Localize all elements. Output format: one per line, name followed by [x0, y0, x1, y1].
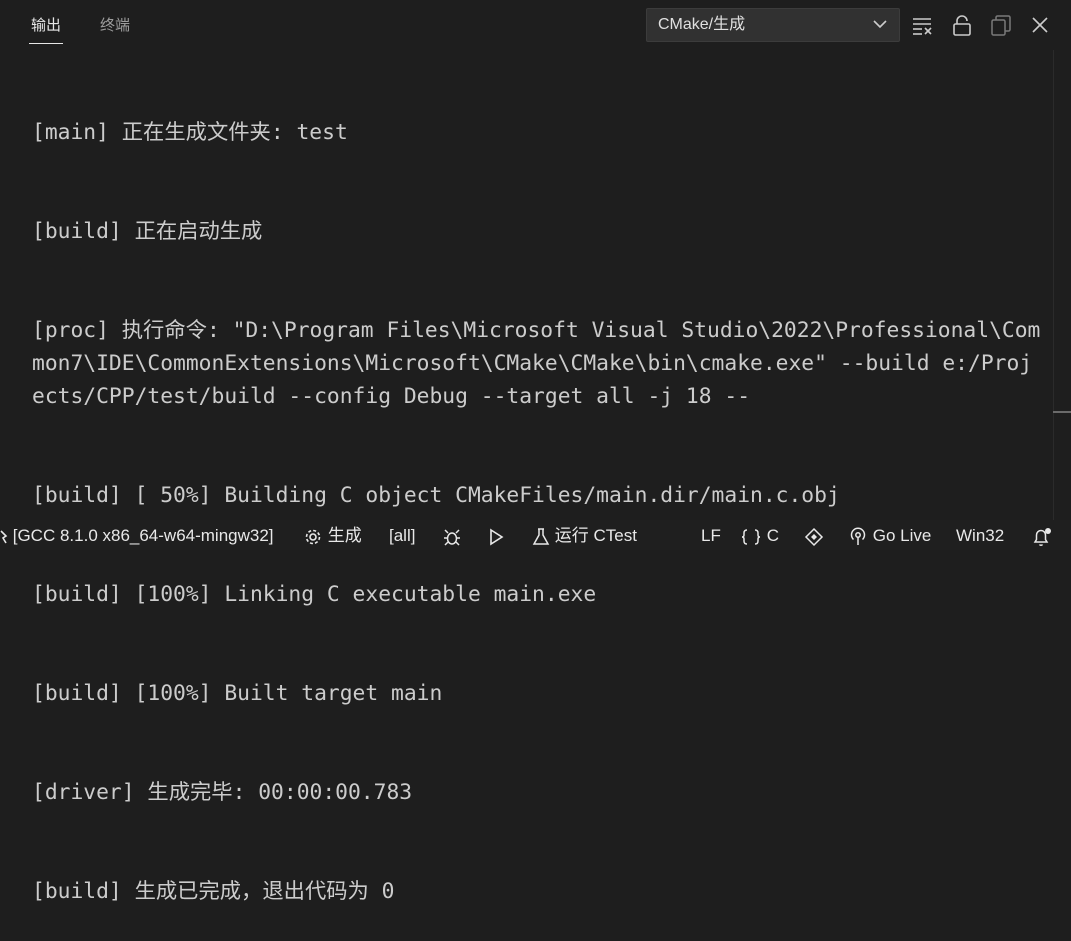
output-line: [driver] 生成完毕: 00:00:00.783	[32, 780, 413, 805]
output-line: [main] 正在生成文件夹: test	[32, 120, 348, 145]
scrollbar[interactable]	[1053, 50, 1071, 520]
language-mode-selector[interactable]: C	[740, 520, 779, 550]
play-icon	[487, 526, 505, 545]
output-channel-value: CMake/生成	[658, 16, 746, 33]
debug-button[interactable]	[442, 520, 462, 550]
lock-icon[interactable]	[951, 14, 973, 36]
tab-terminal[interactable]: 终端	[100, 14, 130, 35]
panel-header: 输出 终端 CMake/生成	[0, 0, 1071, 50]
output-line: [build] 生成已完成，退出代码为 0	[32, 879, 395, 904]
build-label: 生成	[327, 526, 362, 545]
eol-selector[interactable]: LF	[701, 520, 721, 550]
target-label: [all]	[389, 526, 416, 545]
language-label: C	[766, 526, 780, 545]
cmake-kit-selector[interactable]: [GCC 8.1.0 x86_64-w64-mingw32]	[0, 520, 274, 550]
platform-label: Win32	[956, 526, 1005, 545]
list-filter-icon[interactable]	[911, 14, 933, 36]
close-icon[interactable]	[1029, 14, 1051, 36]
sync-icon	[802, 526, 826, 546]
platform-selector[interactable]: Win32	[956, 520, 1004, 550]
output-line: [build] 正在启动生成	[32, 219, 263, 244]
go-live-button[interactable]: Go Live	[848, 520, 931, 550]
ctest-label: 运行 CTest	[554, 526, 637, 545]
tab-output[interactable]: 输出	[28, 14, 64, 44]
bell-icon	[1031, 526, 1053, 546]
broadcast-icon	[848, 526, 873, 545]
output-line: [proc] 执行命令: "D:\Program Files\Microsoft…	[32, 318, 1041, 409]
kit-icon	[0, 526, 13, 545]
scrollbar-position-marker	[1053, 411, 1071, 413]
output-line: [build] [100%] Linking C executable main…	[32, 582, 597, 607]
braces-icon	[740, 526, 767, 545]
eol-label: LF	[701, 526, 721, 545]
build-button[interactable]: 生成	[303, 520, 362, 550]
kit-label: [GCC 8.1.0 x86_64-w64-mingw32]	[12, 526, 274, 545]
notifications-button[interactable]	[1031, 520, 1053, 550]
go-live-label: Go Live	[872, 526, 932, 545]
run-ctest-button[interactable]: 运行 CTest	[532, 520, 637, 550]
bug-icon	[442, 526, 462, 546]
output-line: [build] [ 50%] Building C object CMakeFi…	[32, 483, 840, 508]
build-target-selector[interactable]: [all]	[389, 520, 415, 550]
status-bar: [GCC 8.1.0 x86_64-w64-mingw32] 生成 [all]	[0, 520, 1071, 550]
copy-icon[interactable]	[990, 14, 1012, 36]
output-channel-select[interactable]: CMake/生成	[646, 8, 900, 42]
output-console[interactable]: [main] 正在生成文件夹: test [build] 正在启动生成 [pro…	[32, 50, 1042, 941]
run-button[interactable]	[487, 520, 505, 550]
chevron-down-icon	[871, 9, 889, 41]
output-line: [build] [100%] Built target main	[32, 681, 443, 706]
flask-icon	[532, 526, 555, 545]
sync-button[interactable]	[802, 520, 826, 550]
gear-icon	[303, 526, 328, 545]
